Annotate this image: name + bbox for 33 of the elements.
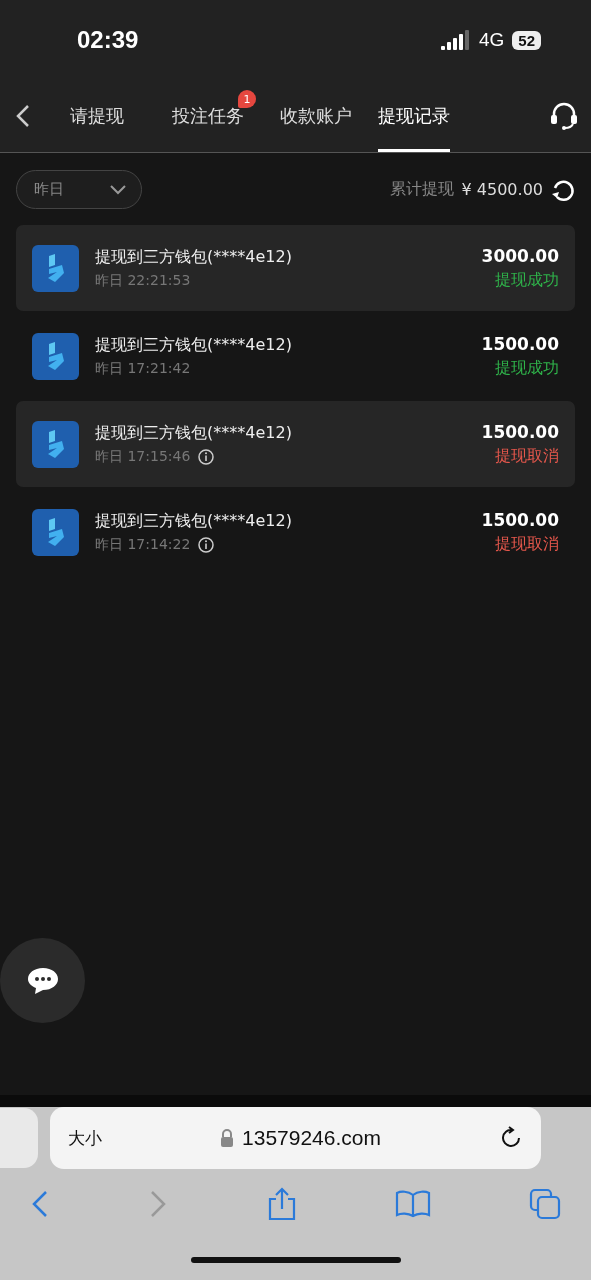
address-bar[interactable]: 大小 13579246.com [50,1107,541,1169]
battery-level: 52 [512,30,541,50]
record-time: 昨日 17:14:22 [95,535,191,554]
total-amount: ¥ 4500.00 [461,180,543,199]
tab[interactable]: 请提现 [70,80,124,152]
date-filter[interactable]: 昨日 [16,170,142,209]
notification-badge: 1 [238,90,256,108]
record-status: 提现成功 [495,357,559,379]
tab[interactable]: 收款账户 [280,80,352,152]
record-time: 昨日 17:15:46 [95,447,191,466]
record-card[interactable]: 提现到三方钱包(****4e12) 昨日 17:21:42 1500.00 提现成功 [16,313,575,399]
record-title: 提现到三方钱包(****4e12) [95,510,292,532]
record-card[interactable]: 提现到三方钱包(****4e12) 昨日 17:14:22 1500.00 提现取消 [16,489,575,575]
record-time: 昨日 17:21:42 [95,359,191,378]
total-label: 累计提现 [389,179,454,200]
record-status: 提现取消 [495,445,559,467]
record-amount: 1500.00 [481,421,559,442]
record-card[interactable]: 提现到三方钱包(****4e12) 昨日 17:15:46 1500.00 提现取消 [16,401,575,487]
record-time: 昨日 22:21:53 [95,271,191,290]
record-amount: 1500.00 [481,509,559,530]
clock: 02:39 [77,26,139,54]
record-title: 提现到三方钱包(****4e12) [95,334,292,356]
url-text: 13579246.com [242,1126,381,1150]
record-status: 提现取消 [495,533,559,555]
record-title: 提现到三方钱包(****4e12) [95,422,292,444]
tab[interactable]: 提现记录 [378,80,450,152]
record-status: 提现成功 [495,269,559,291]
record-title: 提现到三方钱包(****4e12) [95,246,292,268]
record-amount: 1500.00 [481,333,559,354]
text-size-button[interactable]: 大小 [68,1126,102,1150]
network-label: 4G [478,29,505,51]
record-card[interactable]: 提现到三方钱包(****4e12) 昨日 22:21:53 3000.00 提现成功 [16,225,575,311]
record-amount: 3000.00 [481,245,559,266]
